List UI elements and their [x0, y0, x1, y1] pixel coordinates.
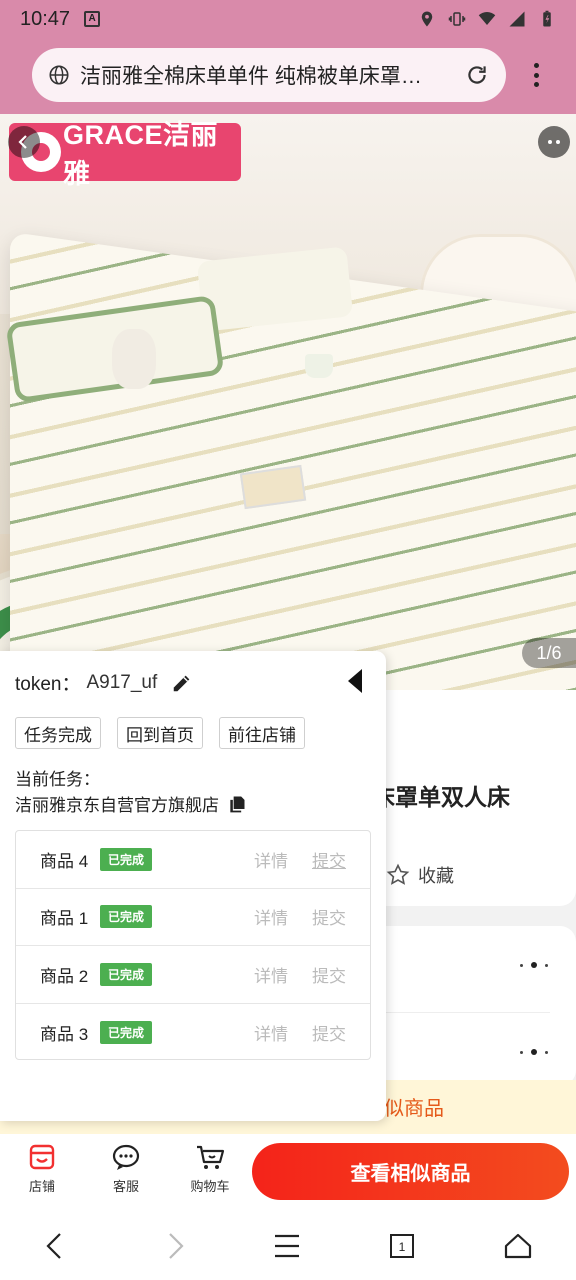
vibrate-icon	[448, 12, 466, 26]
service-label: 客服	[112, 1179, 139, 1194]
table-row: 商品 3 已完成 详情 提交	[16, 1004, 370, 1062]
token-label: token：	[15, 674, 81, 695]
menu-icon[interactable]	[271, 1230, 303, 1262]
item-name: 商品 3	[40, 1024, 89, 1044]
cart-label: 购物车	[190, 1179, 230, 1194]
back-arrow-icon[interactable]	[40, 1230, 72, 1262]
submit-link[interactable]: 提交	[312, 1020, 346, 1045]
cart-button[interactable]: 购物车	[180, 1142, 240, 1195]
favorite-label: 收藏	[418, 866, 454, 886]
more-button[interactable]	[538, 126, 570, 158]
shop-label: 店铺	[28, 1179, 55, 1194]
wifi-icon	[478, 11, 496, 25]
shop-icon	[29, 1144, 55, 1170]
favorite-button[interactable]: 收藏	[386, 862, 454, 888]
similar-products-text: 似商品	[384, 1098, 444, 1120]
tabs-icon[interactable]: 1	[386, 1230, 418, 1262]
location-icon	[421, 11, 433, 27]
status-badge: 已完成	[100, 905, 153, 929]
product-action-bar: 店铺 客服 购物车 查看相似商品	[0, 1134, 576, 1210]
item-name: 商品 2	[40, 966, 89, 986]
item-name: 商品 4	[40, 851, 89, 871]
detail-link[interactable]: 详情	[254, 1020, 288, 1045]
brand-logo-text: GRACE洁丽雅	[63, 120, 219, 189]
status-badge: 已完成	[100, 1020, 153, 1044]
globe-icon	[49, 65, 69, 85]
brand-logo: GRACE洁丽雅	[9, 120, 241, 189]
item-name: 商品 1	[40, 909, 89, 929]
battery-icon	[543, 10, 551, 27]
view-similar-button[interactable]: 查看相似商品	[252, 1143, 569, 1200]
product-title: 床罩单双人床	[372, 784, 510, 810]
detail-link[interactable]: 详情	[254, 904, 288, 929]
token-row: token： A917_uf	[15, 669, 193, 696]
task-buttons: 任务完成 回到首页 前往店铺	[15, 717, 305, 749]
signal-icon	[509, 11, 525, 27]
home-icon[interactable]	[502, 1230, 534, 1262]
svg-text:1: 1	[399, 1240, 406, 1254]
detail-link[interactable]: 详情	[254, 847, 288, 872]
url-text: 洁丽雅全棉床单单件 纯棉被单床罩…	[80, 65, 422, 88]
reload-icon[interactable]	[464, 62, 490, 88]
table-row: 商品 4 已完成 详情 提交	[16, 831, 370, 889]
collapse-panel-icon[interactable]	[346, 667, 364, 695]
task-items-table: 商品 4 已完成 详情 提交 商品 1 已完成 详情 提交 商品 2 已完成 详…	[15, 830, 371, 1060]
go-to-store-button[interactable]: 前往店铺	[219, 717, 305, 749]
status-badge: 已完成	[100, 847, 153, 871]
back-home-button[interactable]: 回到首页	[117, 717, 203, 749]
detail-link[interactable]: 详情	[254, 962, 288, 987]
more-options-icon[interactable]	[520, 1049, 548, 1055]
submit-link[interactable]: 提交	[312, 904, 346, 929]
app-notification-icon: A	[84, 11, 101, 27]
token-value: A917_uf	[86, 671, 158, 693]
table-row: 商品 2 已完成 详情 提交	[16, 946, 370, 1004]
more-options-icon[interactable]	[520, 962, 548, 968]
customer-service-button[interactable]: 客服	[96, 1142, 156, 1195]
cart-icon	[197, 1145, 225, 1169]
back-button[interactable]	[8, 126, 40, 158]
forward-arrow-icon[interactable]	[158, 1230, 190, 1262]
address-bar[interactable]: 洁丽雅全棉床单单件 纯棉被单床罩…	[32, 48, 506, 102]
current-task-shop-name: 洁丽雅京东自营官方旗舰店	[15, 796, 219, 815]
table-row: 商品 1 已完成 详情 提交	[16, 889, 370, 946]
image-pager: 1/6	[522, 638, 576, 668]
current-task-shop: 洁丽雅京东自营官方旗舰店	[15, 791, 247, 816]
current-task-label: 当前任务：	[15, 770, 100, 789]
edit-pencil-icon[interactable]	[171, 672, 193, 694]
star-icon	[386, 863, 410, 885]
status-badge: 已完成	[100, 962, 153, 986]
browser-toolbar: 洁丽雅全棉床单单件 纯棉被单床罩…	[0, 38, 576, 114]
shop-button[interactable]: 店铺	[12, 1142, 72, 1195]
status-time: 10:47	[20, 7, 71, 30]
chevron-left-icon	[18, 135, 27, 149]
task-panel: token： A917_uf 任务完成 回到首页 前往店铺 当前任务： 洁丽雅京…	[0, 651, 386, 1121]
status-bar: 10:47 A	[0, 0, 576, 38]
browser-menu-icon[interactable]	[526, 60, 546, 90]
product-image[interactable]	[0, 114, 576, 690]
task-complete-button[interactable]: 任务完成	[15, 717, 101, 749]
system-navigation-bar: 1	[0, 1210, 576, 1280]
submit-link[interactable]: 提交	[312, 962, 346, 987]
chat-icon	[112, 1144, 140, 1170]
submit-link[interactable]: 提交	[312, 847, 346, 872]
copy-icon[interactable]	[227, 794, 247, 814]
